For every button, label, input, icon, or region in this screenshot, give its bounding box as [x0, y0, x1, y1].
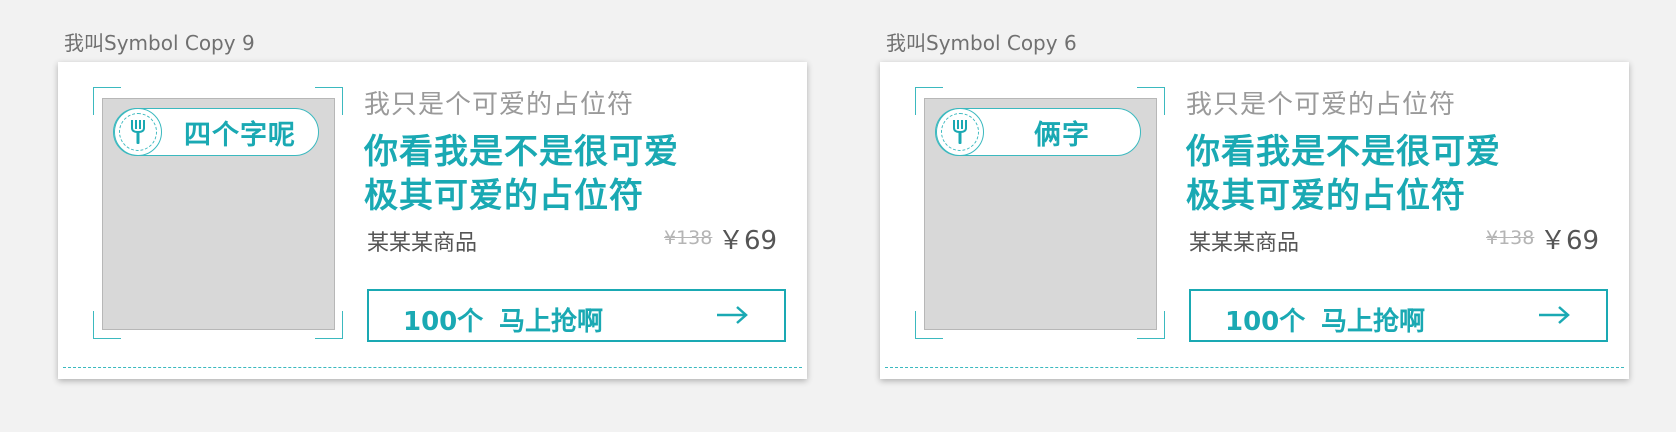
buy-count: 100个	[1225, 307, 1306, 337]
headline-line: 极其可爱的占位符	[1186, 176, 1466, 216]
buy-label: 马上抢啊	[1321, 307, 1426, 337]
fork-icon	[953, 119, 967, 144]
tag-badge-ring	[119, 112, 157, 151]
artboard-label[interactable]: 我叫Symbol Copy 9	[64, 27, 255, 56]
fork-icon	[131, 119, 145, 144]
promo-card: 四个字呢 我只是个可爱的占位符 你看我是不是很可爱 极其可爱的占位符 某某某商品…	[58, 62, 807, 379]
headline-line: 你看我是不是很可爱	[1186, 132, 1501, 172]
headline-line: 极其可爱的占位符	[364, 176, 644, 216]
promo-card: 俩字 我只是个可爱的占位符 你看我是不是很可爱 极其可爱的占位符 某某某商品 ¥…	[880, 62, 1629, 379]
headline: 你看我是不是很可爱 极其可爱的占位符	[1186, 130, 1501, 218]
original-price: ¥138	[1486, 227, 1535, 249]
buy-count: 100个	[403, 307, 484, 337]
product-image-frame: 四个字呢	[93, 87, 343, 339]
tag-text: 四个字呢	[184, 119, 296, 151]
category-tag: 俩字	[935, 107, 1141, 156]
product-name: 某某某商品	[367, 231, 478, 256]
tag-badge-ring	[941, 112, 979, 151]
artboard-label[interactable]: 我叫Symbol Copy 6	[886, 27, 1077, 56]
product-image-frame: 俩字	[915, 87, 1165, 339]
headline-line: 你看我是不是很可爱	[364, 132, 679, 172]
category-tag: 四个字呢	[113, 107, 319, 156]
tag-text: 俩字	[1034, 119, 1090, 151]
product-name: 某某某商品	[1189, 231, 1300, 256]
arrow-right-icon	[717, 306, 748, 324]
tag-badge	[114, 107, 162, 156]
dashed-divider	[885, 367, 1624, 368]
dashed-divider	[63, 367, 802, 368]
original-price: ¥138	[664, 227, 713, 249]
sale-price: ￥69	[718, 226, 778, 256]
buy-now-button[interactable]: 100个 马上抢啊	[367, 289, 786, 342]
tag-badge	[936, 107, 984, 156]
buy-now-button[interactable]: 100个 马上抢啊	[1189, 289, 1608, 342]
headline: 你看我是不是很可爱 极其可爱的占位符	[364, 130, 679, 218]
buy-label: 马上抢啊	[499, 307, 604, 337]
arrow-right-icon	[1539, 306, 1570, 324]
subtitle: 我只是个可爱的占位符	[1186, 90, 1457, 120]
subtitle: 我只是个可爱的占位符	[364, 90, 635, 120]
sale-price: ￥69	[1540, 226, 1600, 256]
